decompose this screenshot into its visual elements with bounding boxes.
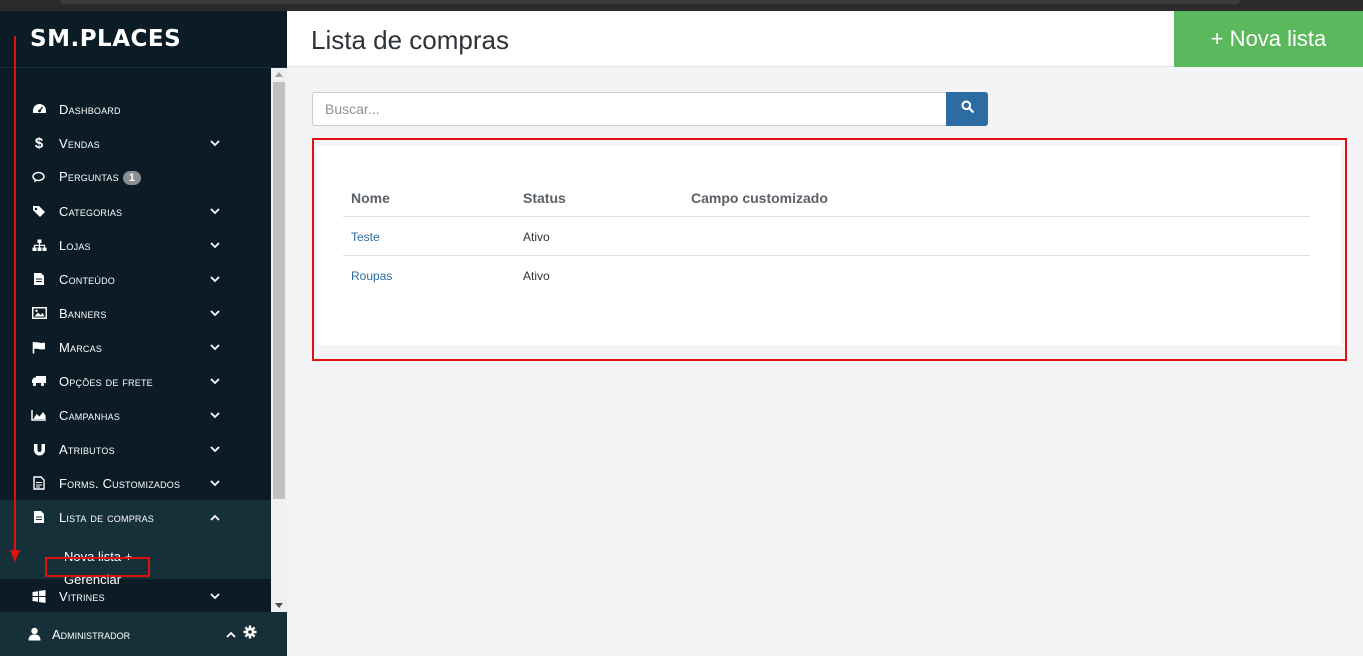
sidebar-item-vitrines[interactable]: Vitrines [0,579,271,612]
sidebar-item-perguntas[interactable]: Perguntas 1 [0,160,271,194]
sidebar-item-categorias[interactable]: Categorias [0,194,271,228]
sidebar-item-conteudo[interactable]: Conteúdo [0,262,271,296]
flag-icon [31,339,47,355]
search-input[interactable] [312,92,946,126]
chevron-down-icon[interactable] [208,306,222,320]
chevron-down-icon[interactable] [208,374,222,388]
scroll-up-arrow-icon[interactable] [275,72,283,77]
sidebar-item-forms-customizados[interactable]: Forms. Customizados [0,466,271,500]
column-header-nome[interactable]: Nome [351,190,390,206]
table-row: Teste Ativo [343,217,1310,256]
sidebar-item-label: Categorias [59,203,123,219]
row-status: Ativo [523,269,550,283]
sidebar-item-banners[interactable]: Banners [0,296,271,330]
sidebar-item-marcas[interactable]: Marcas [0,330,271,364]
tags-icon [31,203,47,219]
search-bar [312,92,988,126]
row-status: Ativo [523,230,550,244]
lista-table: Nome Status Campo customizado Teste Ativ… [343,178,1310,295]
image-icon [31,305,47,321]
sidebar-item-label: Atributos [59,441,115,457]
user-bar: Administrador [0,612,287,656]
gear-icon[interactable] [243,625,257,643]
sidebar-item-label: Marcas [59,339,103,355]
brand-logo-text: SM.PLACES [30,26,182,52]
magnet-icon [31,441,47,457]
sidebar-menu: Dashboard $ Vendas Perguntas 1 Categorias [0,68,271,612]
sidebar-item-label: Banners [59,305,107,321]
page-title: Lista de compras [311,25,509,55]
chevron-down-icon[interactable] [208,204,222,218]
scrollbar-thumb[interactable] [273,82,285,499]
sidebar-item-label: Opções de frete [59,373,153,389]
chevron-down-icon[interactable] [208,476,222,490]
sidebar-item-label-text: Perguntas [59,169,119,184]
sidebar-item-label: Lista de compras [59,509,154,525]
sitemap-icon [31,237,47,253]
annotation-arrow-head [10,550,20,562]
lista-panel: Nome Status Campo customizado Teste Ativ… [317,146,1341,345]
browser-top-strip [0,0,1363,11]
user-icon [28,627,42,641]
search-button[interactable] [946,92,988,126]
notification-badge: 1 [122,171,142,185]
form-icon [31,475,47,491]
sidebar-item-label: Conteúdo [59,271,115,287]
windows-icon [31,588,47,604]
comments-icon [31,169,47,185]
sidebar-item-lista-de-compras[interactable]: Lista de compras [0,500,271,534]
page-header: Lista de compras + Nova lista [287,11,1363,67]
sidebar-item-dashboard[interactable]: Dashboard [0,92,271,126]
area-chart-icon [31,407,47,423]
chevron-down-icon[interactable] [208,136,222,150]
brand-logo[interactable]: SM.PLACES [0,11,287,68]
annotation-arrow-line [14,36,16,552]
sidebar-item-label: Dashboard [59,101,121,117]
sidebar-item-atributos[interactable]: Atributos [0,432,271,466]
nova-lista-button[interactable]: + Nova lista [1174,11,1363,67]
chevron-down-icon[interactable] [208,589,222,603]
dashboard-icon [31,101,47,117]
sidebar-item-vendas[interactable]: $ Vendas [0,126,271,160]
dollar-icon: $ [34,134,44,152]
search-icon [961,100,974,118]
table-header: Nome Status Campo customizado [343,178,1310,217]
table-row: Roupas Ativo [343,256,1310,295]
row-name-link[interactable]: Roupas [351,269,392,283]
chevron-down-icon[interactable] [208,340,222,354]
sidebar-item-label: Perguntas 1 [59,169,142,185]
sidebar-item-label: Vitrines [59,588,105,604]
document-icon [31,509,47,525]
column-header-status[interactable]: Status [523,190,566,206]
sidebar-scrollbar[interactable] [271,68,287,612]
chevron-down-icon[interactable] [208,408,222,422]
chevron-down-icon[interactable] [208,238,222,252]
sidebar-item-lojas[interactable]: Lojas [0,228,271,262]
sidebar-item-label: Forms. Customizados [59,475,181,491]
annotation-box-gerenciar [45,557,150,577]
sidebar-item-label: Lojas [59,237,91,253]
column-header-campo-customizado[interactable]: Campo customizado [691,190,828,206]
chevron-down-icon[interactable] [208,442,222,456]
sidebar-item-opcoes-de-frete[interactable]: Opções de frete [0,364,271,398]
chevron-up-icon[interactable] [226,627,236,641]
sidebar-item-label: Vendas [59,135,100,151]
truck-icon [31,373,47,389]
browser-top-bar [60,0,1240,4]
sidebar-item-label: Campanhas [59,407,121,423]
file-icon [31,271,47,287]
user-menu-label[interactable]: Administrador [52,627,130,642]
chevron-up-icon[interactable] [208,510,222,524]
chevron-down-icon[interactable] [208,272,222,286]
row-name-link[interactable]: Teste [351,230,380,244]
scroll-down-arrow-icon[interactable] [275,603,283,608]
sidebar-item-campanhas[interactable]: Campanhas [0,398,271,432]
